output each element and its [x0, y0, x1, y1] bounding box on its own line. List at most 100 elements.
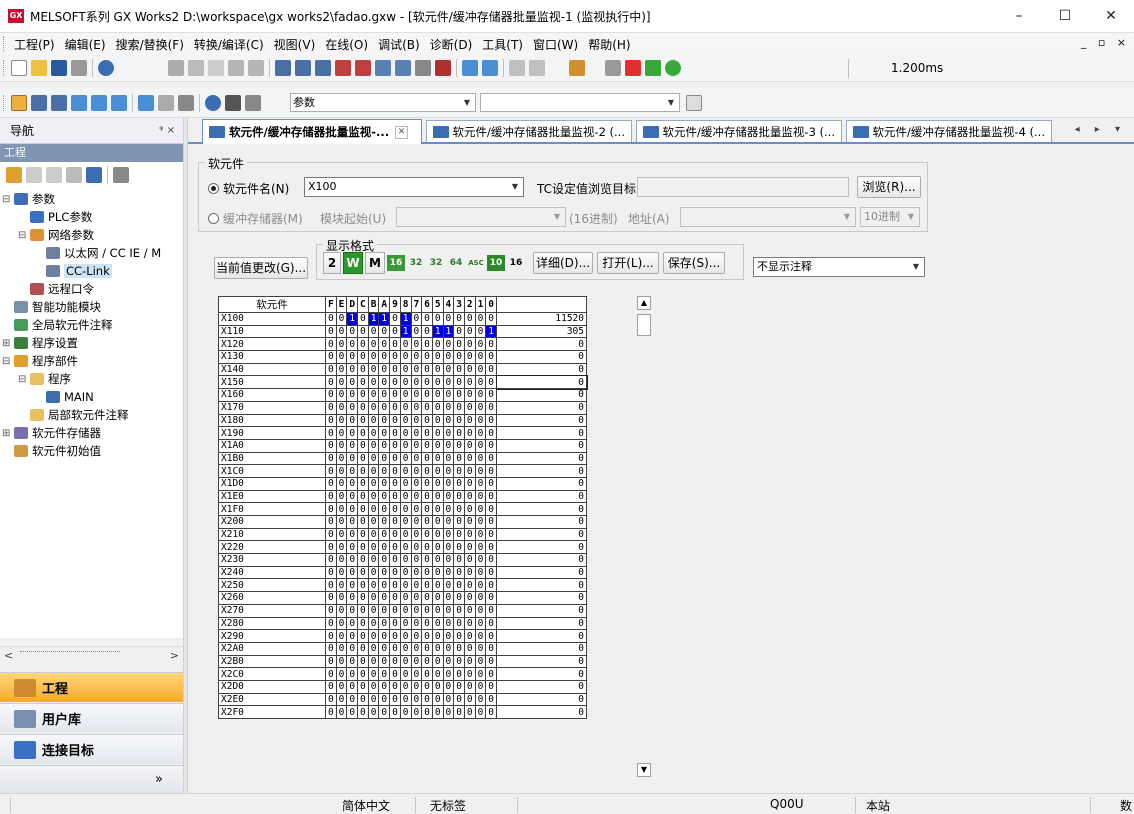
- bit-cell[interactable]: 0: [431, 692, 444, 707]
- bit-cell[interactable]: 0: [389, 591, 401, 605]
- zoom-icon[interactable]: [178, 94, 194, 111]
- bit-cell[interactable]: 0: [325, 324, 337, 339]
- watch-icon[interactable]: [158, 94, 174, 111]
- bit-cell[interactable]: 0: [389, 337, 401, 352]
- bit-cell[interactable]: 0: [399, 705, 412, 719]
- bit-cell[interactable]: 0: [346, 489, 359, 504]
- table-row[interactable]: X250 0 0 0 0 0 0 0 0 0 0 0 0 0 0 0 0 0: [218, 578, 587, 593]
- table-row[interactable]: X260 0 0 0 0 0 0 0 0 0 0 0 0 0 0 0 0 0: [218, 591, 587, 605]
- scroll-left-icon[interactable]: <: [4, 649, 13, 662]
- bit-cell[interactable]: 0: [442, 426, 455, 440]
- bit-cell[interactable]: 0: [357, 438, 369, 453]
- bit-cell[interactable]: 0: [325, 553, 337, 567]
- device-cell[interactable]: X230: [218, 553, 326, 567]
- device-cell[interactable]: X2B0: [218, 654, 326, 669]
- bit-cell[interactable]: 0: [367, 641, 380, 656]
- table-row[interactable]: X1C0 0 0 0 0 0 0 0 0 0 0 0 0 0 0 0 0 0: [218, 464, 587, 478]
- write-icon[interactable]: [355, 60, 371, 76]
- bit-cell[interactable]: 0: [474, 603, 487, 618]
- device-cell[interactable]: X1A0: [218, 438, 326, 453]
- bit-cell[interactable]: 0: [453, 591, 465, 605]
- device-cell[interactable]: X1E0: [218, 489, 326, 504]
- warning-icon[interactable]: [645, 60, 661, 76]
- bit-cell[interactable]: 0: [378, 464, 391, 478]
- bit-cell[interactable]: 0: [463, 426, 476, 440]
- read-icon[interactable]: [335, 60, 351, 76]
- bit-cell[interactable]: 0: [453, 413, 465, 428]
- bit-cell[interactable]: 0: [399, 603, 412, 618]
- bit-cell[interactable]: 0: [421, 515, 433, 529]
- bit-cell[interactable]: 0: [442, 629, 455, 643]
- bit-cell[interactable]: 0: [325, 312, 337, 326]
- bit-cell[interactable]: 0: [335, 426, 348, 440]
- project-view-icon[interactable]: [11, 94, 27, 111]
- tree-item[interactable]: ⊟ 程序部件: [2, 352, 78, 370]
- scroll-thumb[interactable]: [20, 651, 120, 659]
- change-current-value-button[interactable]: 当前值更改(G)...: [214, 257, 308, 279]
- bit-cell[interactable]: 0: [335, 641, 348, 656]
- bit-cell[interactable]: 0: [463, 451, 476, 466]
- refresh-icon[interactable]: [86, 167, 102, 183]
- bit-cell[interactable]: 0: [474, 616, 487, 631]
- bit-cell[interactable]: 0: [325, 426, 337, 440]
- bit-cell[interactable]: 0: [453, 400, 465, 415]
- bit-cell[interactable]: 0: [421, 350, 433, 364]
- bit-cell[interactable]: 0: [442, 375, 455, 390]
- bit-cell[interactable]: 0: [346, 464, 359, 478]
- bit-cell[interactable]: 0: [442, 400, 455, 415]
- bit-cell[interactable]: 0: [410, 324, 423, 339]
- bit-cell[interactable]: 0: [357, 502, 369, 516]
- bit-cell[interactable]: 0: [421, 337, 433, 352]
- device-cell[interactable]: X1D0: [218, 476, 326, 491]
- bit-cell[interactable]: 0: [474, 438, 487, 453]
- bit-cell[interactable]: 0: [453, 489, 465, 504]
- bit-cell[interactable]: 0: [346, 553, 359, 567]
- bit-cell[interactable]: 0: [335, 337, 348, 352]
- bit-cell[interactable]: 0: [474, 413, 487, 428]
- bit-cell[interactable]: 0: [463, 705, 476, 719]
- value-cell[interactable]: 0: [496, 413, 587, 428]
- bit-cell[interactable]: 0: [442, 565, 455, 580]
- bit-cell[interactable]: 0: [367, 350, 380, 364]
- bit-cell[interactable]: 0: [378, 705, 391, 719]
- value-cell[interactable]: 0: [496, 476, 587, 491]
- bit-cell[interactable]: 0: [399, 413, 412, 428]
- bit-cell[interactable]: 0: [367, 362, 380, 377]
- copy-icon[interactable]: [188, 60, 204, 76]
- bit-cell[interactable]: 0: [399, 388, 412, 402]
- scroll-down-icon[interactable]: ▼: [637, 763, 651, 777]
- bit-cell[interactable]: 0: [431, 451, 444, 466]
- bit-cell[interactable]: 0: [485, 312, 497, 326]
- bit-cell[interactable]: 0: [410, 578, 423, 593]
- table-row[interactable]: X130 0 0 0 0 0 0 0 0 0 0 0 0 0 0 0 0 0: [218, 350, 587, 364]
- bit-cell[interactable]: 0: [442, 578, 455, 593]
- bit-cell[interactable]: 0: [335, 565, 348, 580]
- bit-cell[interactable]: 0: [421, 400, 433, 415]
- table-row[interactable]: X100 0 0 1 0 1 1 0 1 0 0 0 0 0 0 0 0 11520: [218, 312, 587, 326]
- bit-cell[interactable]: 0: [325, 350, 337, 364]
- bit-cell[interactable]: 0: [474, 362, 487, 377]
- bit-cell[interactable]: 0: [357, 426, 369, 440]
- bit-cell[interactable]: 0: [410, 692, 423, 707]
- bit-cell[interactable]: 1: [399, 312, 412, 326]
- table-row[interactable]: X200 0 0 0 0 0 0 0 0 0 0 0 0 0 0 0 0 0: [218, 515, 587, 529]
- bit-cell[interactable]: 0: [474, 591, 487, 605]
- bit-cell[interactable]: 0: [431, 603, 444, 618]
- bit-cell[interactable]: 0: [335, 388, 348, 402]
- menu-item[interactable]: 帮助(H): [583, 36, 635, 53]
- bit-cell[interactable]: 0: [389, 451, 401, 466]
- bit-cell[interactable]: 0: [463, 641, 476, 656]
- bit-cell[interactable]: 0: [442, 591, 455, 605]
- bit-cell[interactable]: 0: [421, 565, 433, 580]
- table-row[interactable]: X270 0 0 0 0 0 0 0 0 0 0 0 0 0 0 0 0 0: [218, 603, 587, 618]
- bit-cell[interactable]: 0: [453, 362, 465, 377]
- bit-cell[interactable]: 0: [453, 527, 465, 542]
- bit-cell[interactable]: 0: [367, 705, 380, 719]
- comment-display-combo[interactable]: 不显示注释 ▼: [753, 257, 925, 277]
- document-tab[interactable]: 软元件/缓冲存储器批量监视-3 (...: [636, 120, 842, 142]
- bit-cell[interactable]: 0: [389, 464, 401, 478]
- bit-cell[interactable]: 0: [378, 553, 391, 567]
- bit-cell[interactable]: 0: [378, 692, 391, 707]
- bit-cell[interactable]: 0: [399, 362, 412, 377]
- bit-cell[interactable]: 0: [463, 591, 476, 605]
